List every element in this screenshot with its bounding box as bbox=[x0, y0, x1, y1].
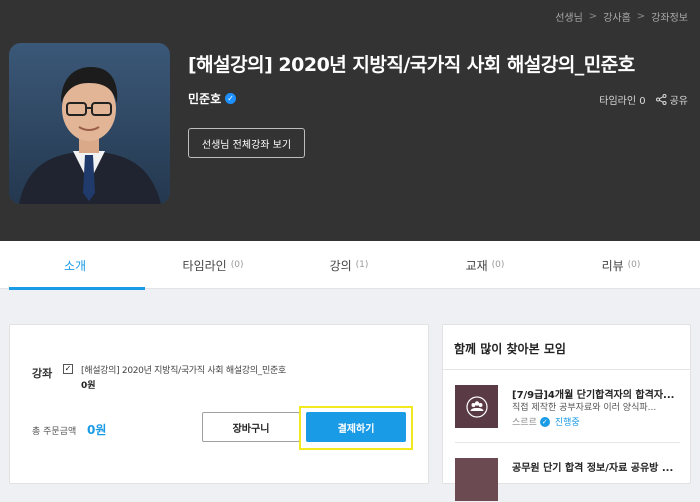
verified-check-icon: ✓ bbox=[539, 416, 550, 427]
tab-label: 강의 bbox=[329, 258, 352, 273]
tab-label: 소개 bbox=[63, 258, 87, 273]
course-label: 강좌 bbox=[32, 367, 53, 380]
teacher-name-label: 민준호 bbox=[188, 92, 222, 106]
group-thumbnail bbox=[455, 458, 498, 501]
tab-label: 리뷰 bbox=[601, 258, 624, 273]
pay-button[interactable]: 결제하기 bbox=[306, 412, 406, 442]
order-course-price: 0원 bbox=[81, 381, 96, 391]
breadcrumb-item[interactable]: 강사홈 bbox=[603, 9, 631, 24]
group-status: 진행중 bbox=[554, 418, 580, 428]
divider bbox=[443, 369, 690, 370]
breadcrumb-item[interactable]: 강좌정보 bbox=[651, 9, 688, 24]
order-panel: 강좌 ✓ [해설강의] 2020년 지방직/국가직 사회 해설강의_민준호 0원… bbox=[9, 324, 429, 484]
tab-textbooks[interactable]: 교재 (0) bbox=[417, 241, 553, 289]
course-tabs: 소개 타임라인 (0) 강의 (1) 교재 (0) 리뷰 (0) bbox=[0, 241, 700, 290]
popular-groups-panel: 함께 많이 찾아본 모임 [7/9급]4개월 단기합격자의 합격자... 직접 … bbox=[442, 324, 691, 501]
teacher-photo bbox=[9, 43, 170, 204]
group-people-icon bbox=[465, 395, 488, 418]
cart-button[interactable]: 장바구니 bbox=[202, 412, 300, 442]
chevron-right-icon: > bbox=[588, 11, 598, 22]
tab-count: (0) bbox=[491, 260, 505, 270]
timeline-count[interactable]: 타임라인 0 bbox=[599, 92, 645, 107]
verified-check-icon: ✓ bbox=[225, 93, 237, 104]
group-meta: 스르르 ✓ 진행중 bbox=[512, 415, 580, 428]
tab-label: 타임라인 bbox=[182, 258, 227, 273]
course-meta: 타임라인 0 공유 bbox=[599, 92, 688, 107]
divider bbox=[455, 442, 680, 443]
tab-reviews[interactable]: 리뷰 (0) bbox=[553, 241, 689, 289]
teacher-name[interactable]: 민준호 ✓ bbox=[188, 90, 237, 107]
total-label: 총 주문금액 bbox=[32, 427, 77, 437]
group-item[interactable]: 공무원 단기 합격 정보/자료 공유방 ... bbox=[455, 458, 681, 502]
order-course-name: [해설강의] 2020년 지방직/국가직 사회 해설강의_민준호 bbox=[81, 366, 286, 376]
group-title: [7/9급]4개월 단기합격자의 합격자... bbox=[512, 390, 675, 401]
all-courses-button[interactable]: 선생님 전체강좌 보기 bbox=[188, 128, 305, 158]
tab-intro[interactable]: 소개 bbox=[9, 241, 145, 290]
breadcrumb: 선생님 > 강사홈 > 강좌정보 bbox=[555, 9, 688, 24]
popular-groups-title: 함께 많이 찾아본 모임 bbox=[454, 342, 566, 356]
group-item[interactable]: [7/9급]4개월 단기합격자의 합격자... 직접 제작한 공부자료와 이러 … bbox=[455, 385, 681, 429]
group-thumbnail bbox=[455, 385, 498, 428]
share-label: 공유 bbox=[669, 96, 688, 107]
course-checkbox[interactable]: ✓ bbox=[63, 364, 73, 374]
total-amount: 0원 bbox=[87, 423, 107, 437]
share-button[interactable]: 공유 bbox=[655, 92, 688, 107]
tab-count: (0) bbox=[230, 260, 244, 270]
tab-count: (1) bbox=[355, 260, 369, 270]
tab-count: (0) bbox=[627, 260, 641, 270]
group-desc: 직접 제작한 공부자료와 이러 양식파... bbox=[512, 403, 657, 413]
group-title: 공무원 단기 합격 정보/자료 공유방 ... bbox=[512, 463, 674, 474]
tab-timeline[interactable]: 타임라인 (0) bbox=[145, 241, 281, 289]
group-owner: 스르르 bbox=[512, 418, 537, 428]
course-hero: 선생님 > 강사홈 > 강좌정보 [해설강의] 2020년 지방직/국가직 사회… bbox=[0, 0, 700, 241]
chevron-right-icon: > bbox=[636, 11, 646, 22]
breadcrumb-item[interactable]: 선생님 bbox=[555, 9, 583, 24]
tab-lectures[interactable]: 강의 (1) bbox=[281, 241, 417, 289]
tab-label: 교재 bbox=[465, 258, 488, 273]
share-icon bbox=[655, 94, 667, 105]
course-title: [해설강의] 2020년 지방직/국가직 사회 해설강의_민준호 bbox=[188, 54, 635, 76]
